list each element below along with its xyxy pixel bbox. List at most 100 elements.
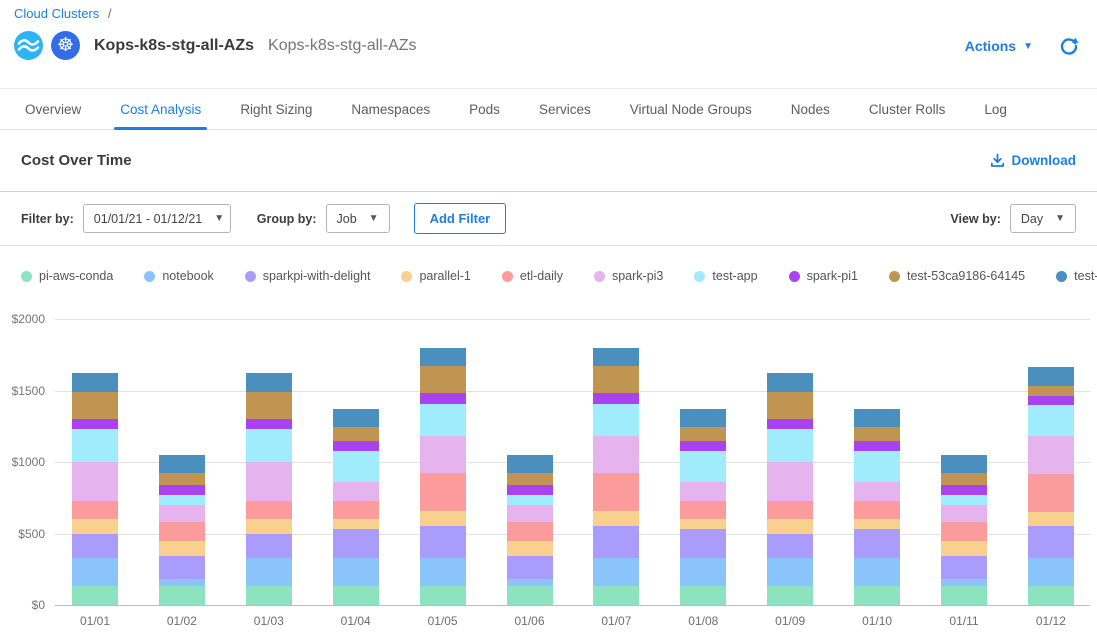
- bar-segment-test-app[interactable]: [159, 495, 205, 505]
- bar-segment-spark-pi3[interactable]: [420, 436, 466, 473]
- bar-segment-etl-daily[interactable]: [333, 501, 379, 519]
- bar-segment-notebook[interactable]: [680, 558, 726, 587]
- bar-01-12[interactable]: [1028, 367, 1074, 605]
- bar-segment-sparkpi-with-delight[interactable]: [333, 529, 379, 558]
- bar-segment-sparkpi-with-delight[interactable]: [680, 529, 726, 558]
- bar-segment-test-53ca9186-64145[interactable]: [941, 473, 987, 485]
- bar-segment-notebook[interactable]: [333, 558, 379, 587]
- bar-segment-test-app[interactable]: [1028, 405, 1074, 436]
- tab-overview[interactable]: Overview: [25, 89, 81, 129]
- bar-01-05[interactable]: [420, 348, 466, 605]
- group-by-dropdown[interactable]: Job ▼: [326, 204, 390, 233]
- view-by-dropdown[interactable]: Day ▼: [1010, 204, 1076, 233]
- legend-item-etl-daily[interactable]: etl-daily: [502, 269, 563, 283]
- bar-segment-test-pkix[interactable]: [1028, 367, 1074, 386]
- bar-segment-pi-aws-conda[interactable]: [159, 586, 205, 605]
- bar-segment-spark-pi3[interactable]: [1028, 436, 1074, 475]
- bar-segment-spark-pi1[interactable]: [333, 441, 379, 452]
- bar-segment-pi-aws-conda[interactable]: [854, 586, 900, 605]
- legend-item-parallel-1[interactable]: parallel-1: [401, 269, 470, 283]
- bar-segment-etl-daily[interactable]: [593, 473, 639, 511]
- tab-cluster-rolls[interactable]: Cluster Rolls: [869, 89, 946, 129]
- bar-segment-test-pkix[interactable]: [246, 373, 292, 392]
- bar-segment-parallel-1[interactable]: [593, 511, 639, 526]
- bar-segment-test-53ca9186-64145[interactable]: [507, 473, 553, 485]
- bar-segment-parallel-1[interactable]: [420, 511, 466, 526]
- tab-right-sizing[interactable]: Right Sizing: [240, 89, 312, 129]
- bar-segment-spark-pi1[interactable]: [854, 441, 900, 452]
- bar-01-11[interactable]: [941, 455, 987, 605]
- bar-segment-test-app[interactable]: [941, 495, 987, 505]
- bar-segment-etl-daily[interactable]: [507, 522, 553, 541]
- bar-segment-test-app[interactable]: [854, 451, 900, 482]
- bar-segment-test-53ca9186-64145[interactable]: [159, 473, 205, 485]
- bar-segment-test-pkix[interactable]: [333, 409, 379, 427]
- bar-segment-spark-pi3[interactable]: [72, 462, 118, 501]
- bar-segment-test-pkix[interactable]: [420, 348, 466, 367]
- bar-segment-sparkpi-with-delight[interactable]: [246, 534, 292, 558]
- add-filter-button[interactable]: Add Filter: [414, 203, 507, 234]
- bar-segment-etl-daily[interactable]: [854, 501, 900, 519]
- tab-services[interactable]: Services: [539, 89, 591, 129]
- tab-pods[interactable]: Pods: [469, 89, 500, 129]
- bar-segment-spark-pi1[interactable]: [507, 485, 553, 495]
- bar-segment-etl-daily[interactable]: [246, 501, 292, 520]
- bar-segment-spark-pi1[interactable]: [246, 419, 292, 429]
- bar-segment-test-53ca9186-64145[interactable]: [854, 427, 900, 441]
- legend-item-test-pkix[interactable]: test-pkix: [1056, 269, 1097, 283]
- legend-item-pi-aws-conda[interactable]: pi-aws-conda: [21, 269, 113, 283]
- bar-segment-notebook[interactable]: [507, 579, 553, 586]
- bar-01-10[interactable]: [854, 409, 900, 605]
- bar-segment-notebook[interactable]: [941, 579, 987, 586]
- breadcrumb-cloud-clusters-link[interactable]: Cloud Clusters: [14, 6, 99, 21]
- bar-segment-notebook[interactable]: [854, 558, 900, 587]
- bar-segment-sparkpi-with-delight[interactable]: [767, 534, 813, 558]
- bar-segment-spark-pi1[interactable]: [767, 419, 813, 429]
- bar-segment-spark-pi3[interactable]: [159, 505, 205, 522]
- bar-segment-parallel-1[interactable]: [72, 519, 118, 533]
- bar-segment-etl-daily[interactable]: [420, 473, 466, 511]
- bar-segment-spark-pi3[interactable]: [333, 482, 379, 501]
- bar-segment-sparkpi-with-delight[interactable]: [593, 526, 639, 558]
- actions-button[interactable]: Actions ▼: [965, 38, 1033, 54]
- bar-segment-parallel-1[interactable]: [333, 519, 379, 530]
- bar-segment-pi-aws-conda[interactable]: [593, 586, 639, 605]
- bar-segment-etl-daily[interactable]: [1028, 474, 1074, 512]
- bar-segment-test-app[interactable]: [593, 404, 639, 435]
- bar-segment-spark-pi3[interactable]: [941, 505, 987, 522]
- bar-segment-etl-daily[interactable]: [680, 501, 726, 519]
- bar-segment-test-app[interactable]: [333, 451, 379, 482]
- bar-segment-sparkpi-with-delight[interactable]: [72, 534, 118, 558]
- bar-segment-pi-aws-conda[interactable]: [420, 586, 466, 605]
- bar-segment-pi-aws-conda[interactable]: [246, 586, 292, 605]
- bar-segment-parallel-1[interactable]: [507, 541, 553, 557]
- bar-01-07[interactable]: [593, 348, 639, 605]
- date-range-dropdown[interactable]: 01/01/21 - 01/12/21 ▼: [83, 204, 231, 233]
- bar-segment-pi-aws-conda[interactable]: [767, 586, 813, 605]
- bar-segment-etl-daily[interactable]: [72, 501, 118, 520]
- bar-segment-notebook[interactable]: [1028, 558, 1074, 587]
- bar-segment-test-pkix[interactable]: [72, 373, 118, 392]
- bar-segment-parallel-1[interactable]: [680, 519, 726, 530]
- bar-segment-notebook[interactable]: [420, 558, 466, 587]
- bar-segment-parallel-1[interactable]: [246, 519, 292, 533]
- bar-segment-spark-pi1[interactable]: [941, 485, 987, 495]
- bar-segment-test-53ca9186-64145[interactable]: [420, 366, 466, 393]
- bar-segment-parallel-1[interactable]: [1028, 512, 1074, 526]
- bar-segment-etl-daily[interactable]: [767, 501, 813, 520]
- bar-segment-test-app[interactable]: [507, 495, 553, 505]
- bar-segment-etl-daily[interactable]: [159, 522, 205, 541]
- bar-segment-pi-aws-conda[interactable]: [507, 586, 553, 605]
- bar-segment-pi-aws-conda[interactable]: [941, 586, 987, 605]
- bar-segment-spark-pi3[interactable]: [767, 462, 813, 501]
- bar-segment-spark-pi1[interactable]: [680, 441, 726, 452]
- legend-item-test-53ca9186-64145[interactable]: test-53ca9186-64145: [889, 269, 1025, 283]
- bar-segment-spark-pi1[interactable]: [420, 393, 466, 404]
- legend-item-spark-pi1[interactable]: spark-pi1: [789, 269, 858, 283]
- bar-segment-spark-pi3[interactable]: [246, 462, 292, 501]
- bar-01-03[interactable]: [246, 373, 292, 605]
- bar-segment-test-app[interactable]: [420, 404, 466, 435]
- bar-segment-notebook[interactable]: [767, 558, 813, 587]
- bar-segment-spark-pi1[interactable]: [72, 419, 118, 429]
- bar-segment-parallel-1[interactable]: [767, 519, 813, 533]
